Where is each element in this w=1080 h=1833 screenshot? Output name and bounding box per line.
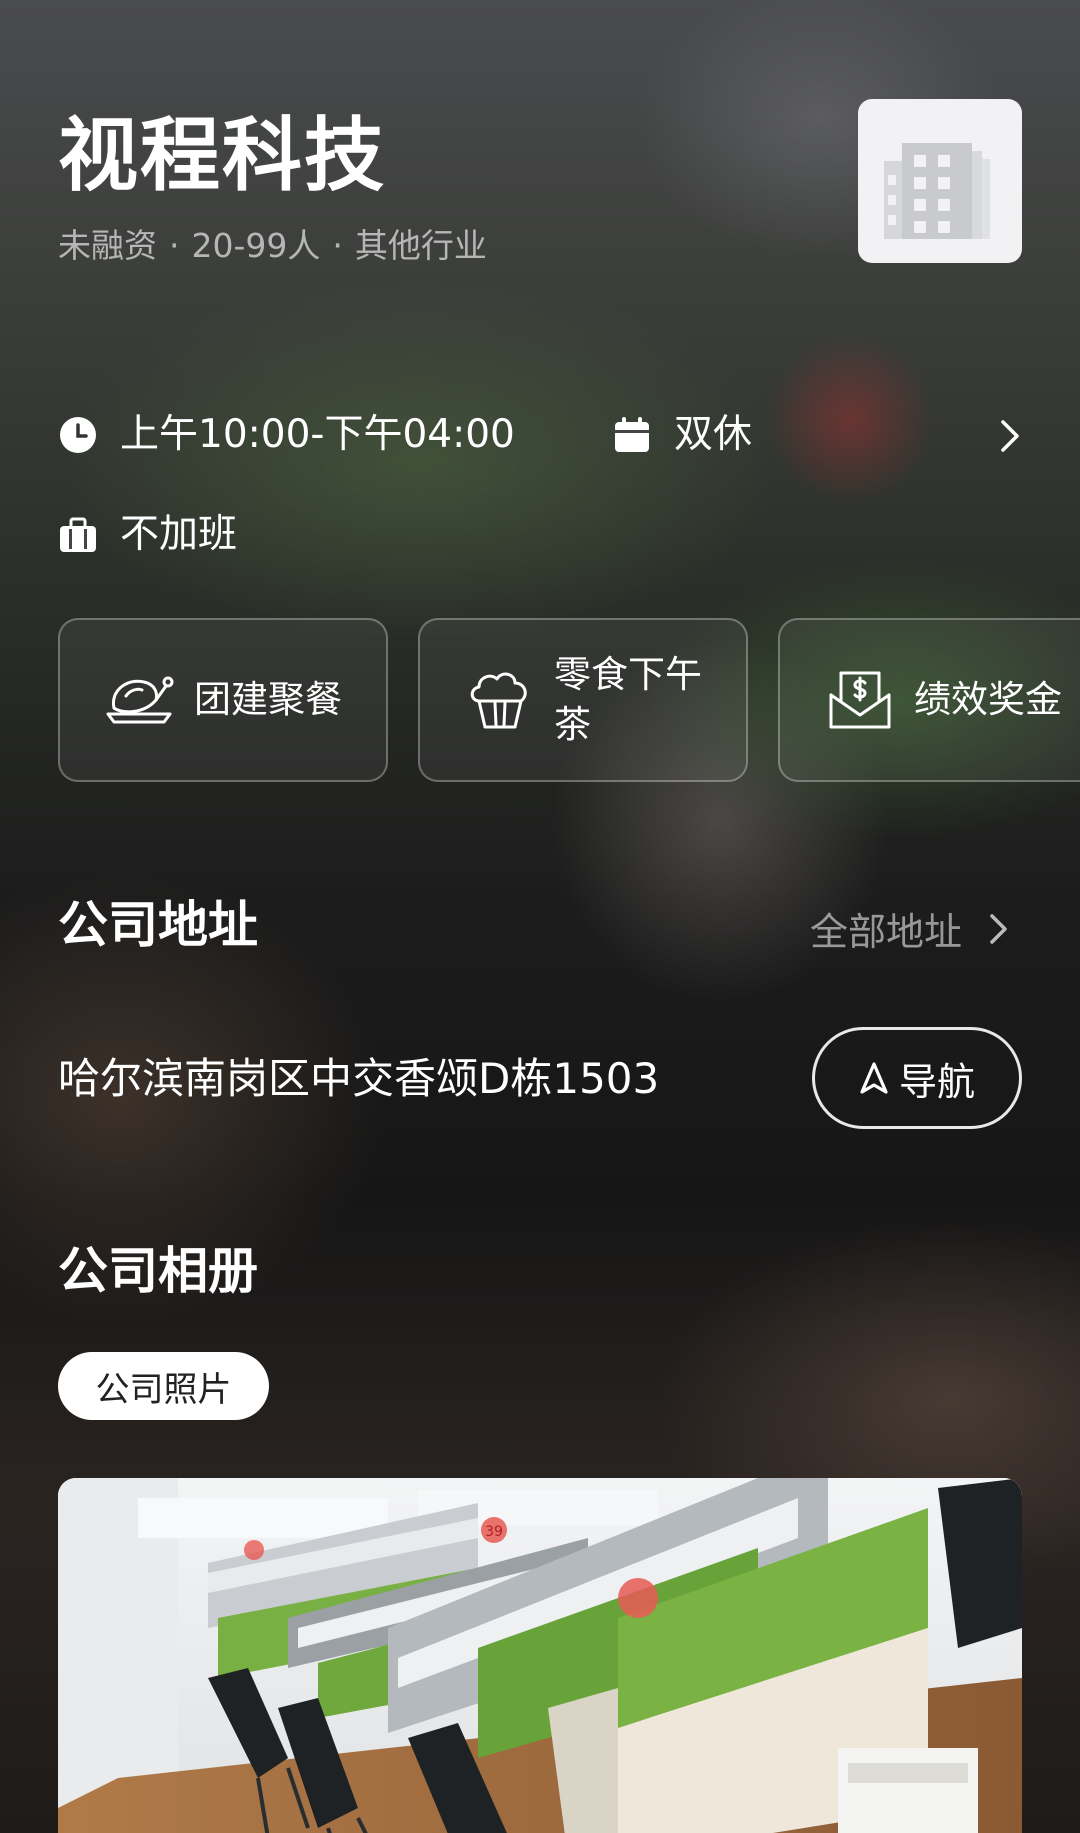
clock-icon	[58, 415, 98, 455]
navigation-arrow-icon	[860, 1062, 888, 1094]
office-photo-image: 39	[58, 1478, 1022, 1833]
navigate-button[interactable]: 导航	[812, 1027, 1022, 1129]
rest-row: 双休	[612, 410, 752, 460]
company-photos-tab[interactable]: 公司照片	[58, 1352, 269, 1420]
photo-mark-text: 39	[485, 1524, 503, 1540]
briefcase-icon	[58, 515, 98, 555]
company-address: 哈尔滨南岗区中交香颂D栋1503	[58, 1054, 660, 1103]
chevron-right-icon[interactable]	[998, 418, 1022, 454]
building-icon	[884, 143, 990, 239]
welfare-card[interactable]: 绩效奖金	[778, 618, 1080, 782]
bonus-envelope-icon	[820, 660, 900, 740]
welfare-card[interactable]: 零食下午茶	[418, 618, 748, 782]
rest-days: 双休	[674, 412, 753, 457]
company-photos-label: 公司照片	[95, 1369, 232, 1410]
cupcake-icon	[460, 660, 540, 740]
all-addresses-link[interactable]: 全部地址	[810, 901, 1010, 956]
all-addresses-label: 全部地址	[810, 910, 963, 954]
overtime: 不加班	[120, 512, 238, 557]
welfare-label: 团建聚餐	[194, 678, 342, 721]
roast-chicken-icon	[100, 660, 180, 740]
meta-separator: ·	[332, 226, 343, 265]
work-time: 上午10:00-下午04:00	[120, 412, 515, 457]
office-photo[interactable]: 39	[58, 1478, 1022, 1833]
album-section-title: 公司相册	[58, 1242, 258, 1300]
welfare-label: 绩效奖金	[914, 678, 1062, 721]
funding-stage: 未融资	[58, 226, 157, 265]
company-name: 视程科技	[58, 109, 386, 202]
address-section-title: 公司地址	[58, 896, 258, 954]
calendar-icon	[612, 415, 652, 455]
chevron-right-icon	[990, 913, 1007, 944]
welfare-label: 零食下午茶	[554, 653, 702, 746]
overtime-row: 不加班	[58, 510, 237, 560]
industry: 其他行业	[354, 226, 487, 265]
meta-separator: ·	[169, 226, 180, 265]
company-logo[interactable]	[858, 99, 1022, 263]
welfare-card[interactable]: 团建聚餐	[58, 618, 388, 782]
company-meta: 未融资 · 20-99人 · 其他行业	[58, 224, 487, 268]
work-time-row: 上午10:00-下午04:00	[58, 410, 515, 460]
navigate-label: 导航	[898, 1059, 975, 1104]
company-size: 20-99人	[191, 226, 321, 265]
